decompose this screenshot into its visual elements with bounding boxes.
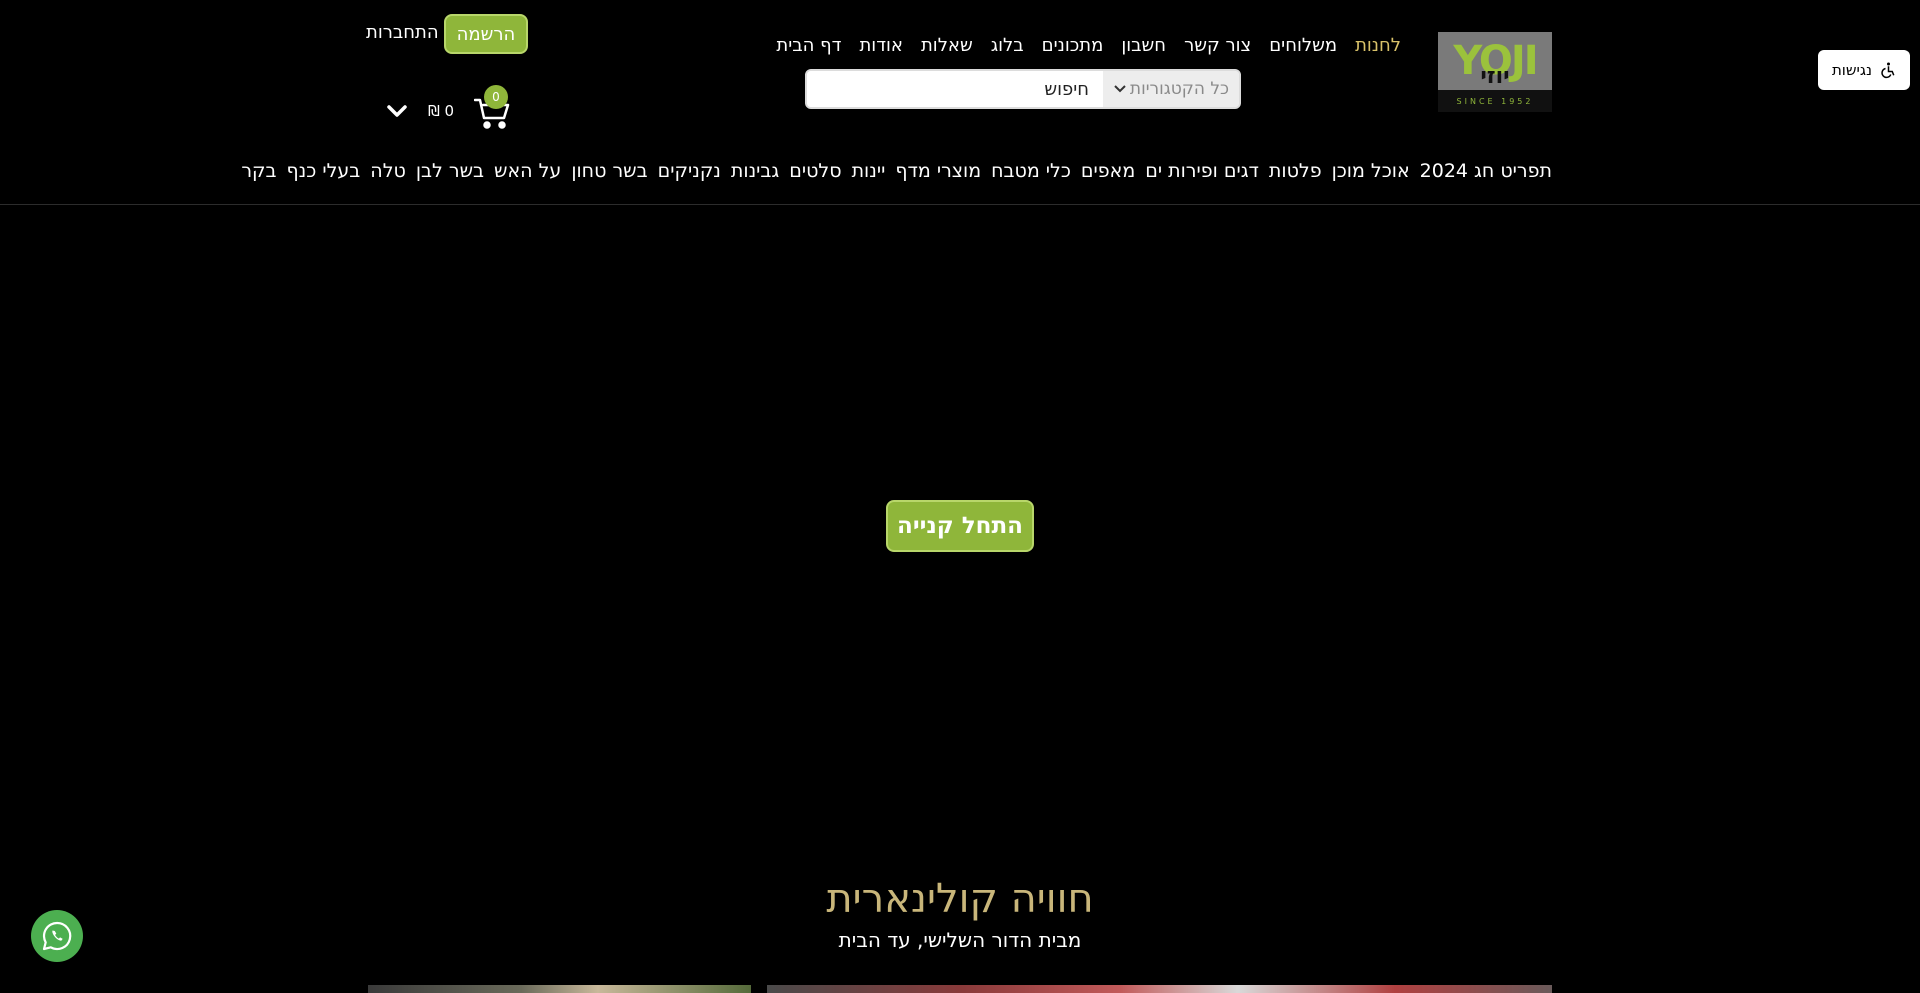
start-shopping-button[interactable]: התחל קנייה [886,500,1034,552]
nav-item-shipping[interactable]: משלוחים [1269,35,1337,56]
chevron-down-icon[interactable] [386,102,408,120]
search-bar: כל הקטגוריות [805,69,1241,109]
category-item[interactable]: אוכל מוכן [1332,160,1410,182]
logo-hebrew: יוזי [1480,64,1510,89]
category-item[interactable]: דגים ופירות ים [1145,160,1259,182]
header-divider [0,204,1920,205]
category-item[interactable]: טלה [370,160,406,182]
section-title: חוויה קולינארית [826,876,1094,922]
nav-item-recipes[interactable]: מתכונים [1042,35,1104,56]
category-item[interactable]: בקר [241,160,276,182]
category-item[interactable]: תפריט חג 2024 [1420,160,1552,182]
section-subtitle: מבית הדור השלישי, עד הבית [838,928,1082,952]
category-bar: בקר בעלי כנף טלה בשר לבן על האש בשר טחון… [241,156,1552,186]
login-link[interactable]: התחברות [366,22,439,43]
whatsapp-icon [42,921,72,951]
cart-total: 0 ₪ [428,102,455,120]
wheelchair-icon [1881,62,1895,79]
nav-item-account[interactable]: חשבון [1121,35,1166,56]
nav-item-blog[interactable]: בלוג [991,35,1024,56]
top-nav: דף הבית אודות שאלות בלוג מתכונים חשבון צ… [776,32,1401,58]
logo-since: SINCE 1952 [1438,90,1552,112]
category-item[interactable]: מוצרי מדף [895,160,981,182]
nav-item-faq[interactable]: שאלות [921,35,973,56]
accessibility-button[interactable]: נגישות [1818,50,1910,90]
category-item[interactable]: מאפים [1081,160,1135,182]
nav-item-home[interactable]: דף הבית [776,35,841,56]
product-image[interactable] [368,985,751,993]
category-item[interactable]: בשר לבן [416,160,484,182]
whatsapp-button[interactable] [31,910,83,962]
category-item[interactable]: סלטים [789,160,841,182]
category-item[interactable]: כלי מטבח [991,160,1071,182]
register-button[interactable]: הרשמה [444,14,528,54]
cart-count-badge: 0 [484,85,508,109]
category-item[interactable]: פלטות [1269,160,1322,182]
site-logo[interactable]: YOJI יוזי SINCE 1952 [1438,32,1552,112]
nav-item-shop[interactable]: לחנות [1355,35,1401,56]
category-item[interactable]: בשר טחון [571,160,647,182]
category-select-value: כל הקטגוריות [1129,79,1229,99]
category-item[interactable]: גבינות [731,160,779,182]
category-item[interactable]: יינות [852,160,886,182]
chevron-down-icon [1114,85,1126,93]
category-item[interactable]: נקניקים [658,160,721,182]
category-select[interactable]: כל הקטגוריות [1103,71,1239,107]
search-input[interactable] [807,71,1103,107]
nav-item-contact[interactable]: צור קשר [1184,35,1251,56]
category-item[interactable]: על האש [494,160,561,182]
accessibility-label: נגישות [1831,61,1873,79]
category-item[interactable]: בעלי כנף [287,160,361,182]
product-image[interactable] [767,985,1552,993]
nav-item-about[interactable]: אודות [859,35,903,56]
